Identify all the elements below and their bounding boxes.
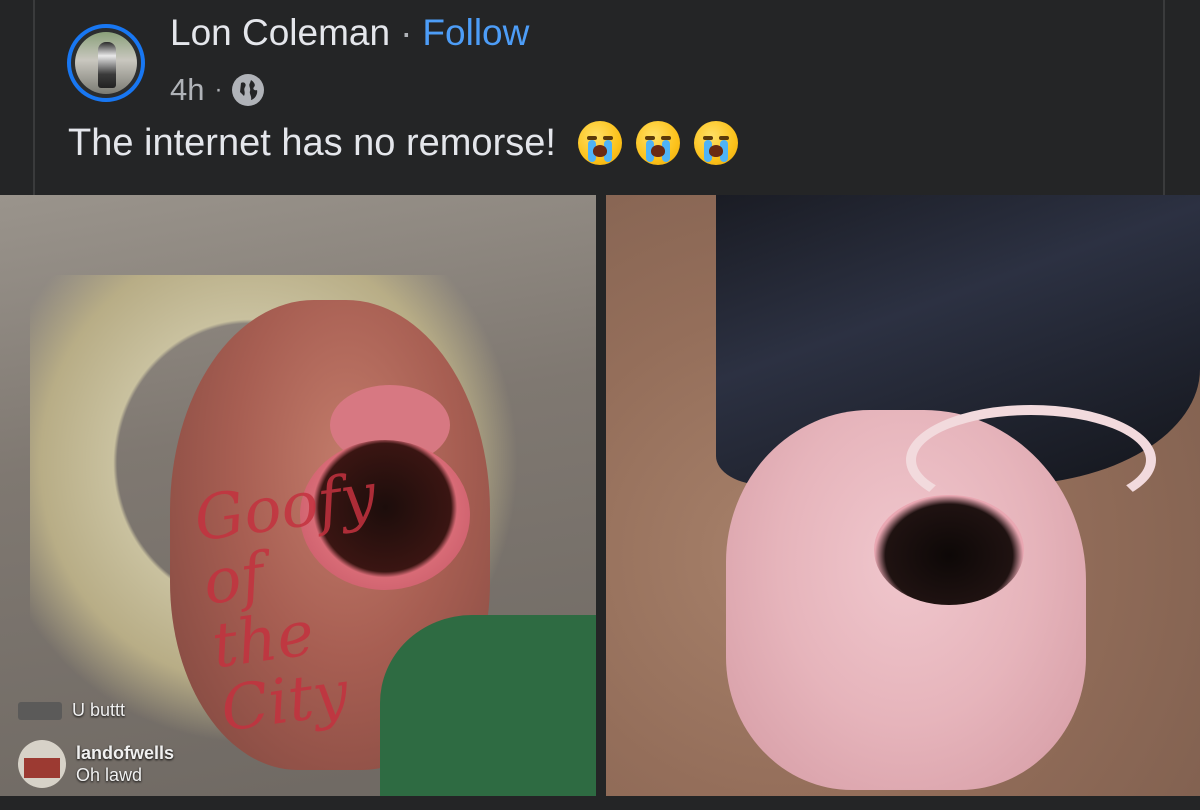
author-avatar[interactable] <box>67 24 145 102</box>
author-name[interactable]: Lon Coleman <box>170 12 390 54</box>
live-comment: landofwells Oh lawd <box>18 740 174 788</box>
comment-username: landofwells <box>76 743 175 763</box>
avatar-figure <box>98 42 116 88</box>
comment-text: U buttt <box>72 700 126 720</box>
post-card: Lon Coleman · Follow 4h · The internet h… <box>0 0 1200 810</box>
live-comment: U buttt <box>18 700 125 721</box>
crying-face-icon <box>635 121 680 165</box>
avatar-photo <box>75 32 137 94</box>
follow-button[interactable]: Follow <box>422 12 529 54</box>
post-text: The internet has no remorse! <box>68 118 738 168</box>
crying-face-icon <box>577 121 622 165</box>
crying-face-icon <box>693 121 738 165</box>
image-shirt <box>380 615 596 796</box>
post-image-left[interactable]: Goofy of the City U buttt landofwells Oh… <box>0 195 596 796</box>
meta-separator: · <box>214 76 223 103</box>
post-meta: 4h · <box>170 70 265 110</box>
face-tattoo: Goofy of the City <box>189 457 381 746</box>
post-timestamp[interactable]: 4h <box>170 72 204 108</box>
image-shoe-opening <box>874 495 1024 605</box>
card-bottom <box>0 796 1200 810</box>
globe-icon[interactable] <box>232 74 265 106</box>
post-message: The internet has no remorse! <box>68 121 556 164</box>
image-divider <box>596 195 606 796</box>
comment-avatar <box>18 740 66 788</box>
post-image-right[interactable] <box>606 195 1200 796</box>
comment-text: Oh lawd <box>76 765 143 785</box>
post-header: Lon Coleman · Follow 4h · The internet h… <box>0 0 1200 195</box>
comment-avatar-icon <box>18 701 62 720</box>
name-separator: · <box>400 12 413 53</box>
author-line: Lon Coleman · Follow <box>170 12 529 56</box>
